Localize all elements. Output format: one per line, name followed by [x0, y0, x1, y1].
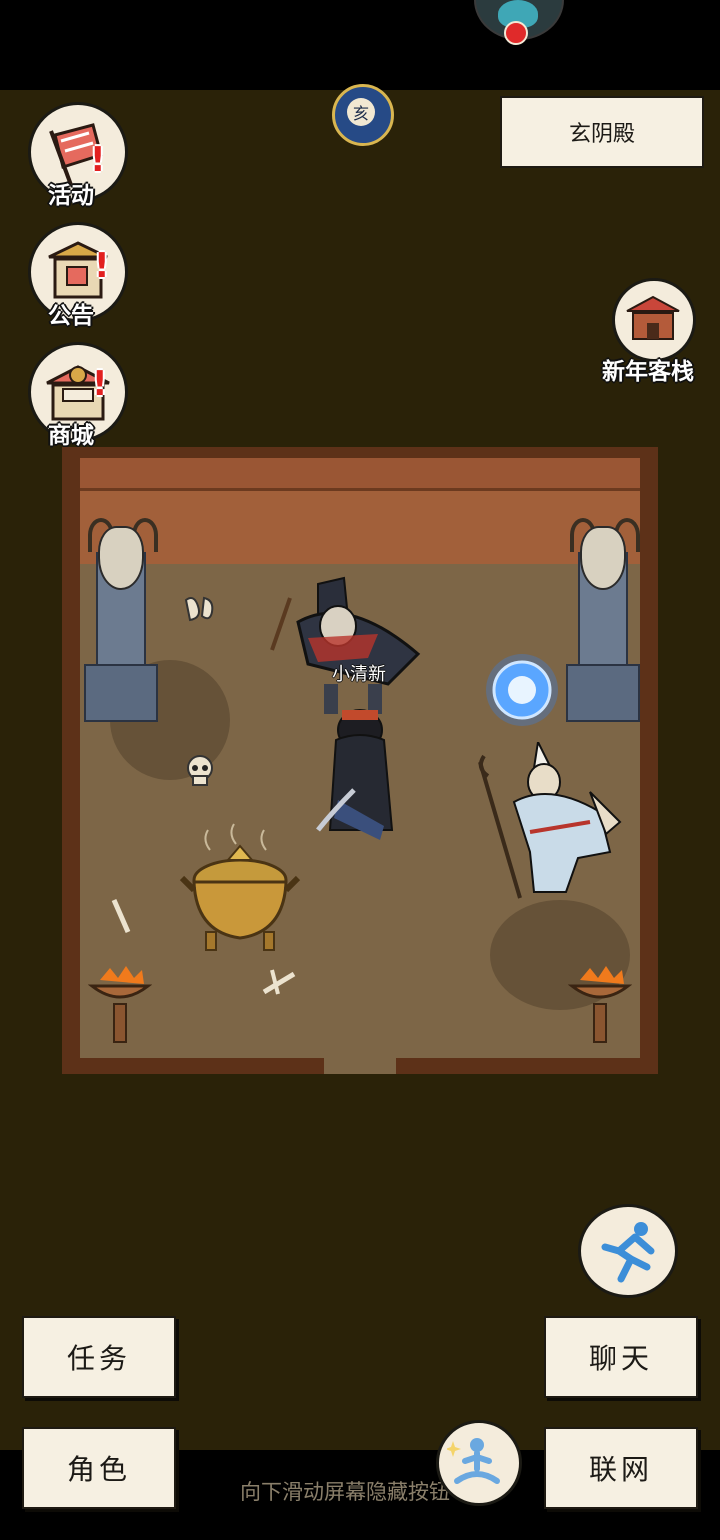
white-elder-npc[interactable]	[470, 742, 630, 902]
room-doorway[interactable]	[324, 1056, 396, 1074]
bone-pile-icon	[184, 596, 214, 622]
time-period-label: 亥	[347, 98, 375, 126]
bone-icon	[111, 898, 131, 934]
hide-buttons-hint: 向下滑动屏幕隐藏按钮	[240, 1480, 450, 1504]
location-title[interactable]: 玄阴殿	[500, 96, 704, 168]
quest-label: 任务	[66, 1342, 131, 1375]
activity-label: 活动	[48, 183, 94, 209]
player-character[interactable]	[314, 700, 404, 856]
brazier-left-icon	[88, 966, 152, 1043]
sprint-button[interactable]	[578, 1204, 678, 1298]
character-button[interactable]: 角色	[22, 1427, 176, 1509]
player-name-label: 小清新	[332, 664, 386, 685]
meditate-button[interactable]	[436, 1420, 522, 1506]
shop-label: 商城	[48, 423, 94, 449]
pillar-base	[566, 664, 640, 722]
activity-alert-icon: !	[90, 140, 106, 180]
time-period-badge[interactable]: 亥	[332, 84, 394, 146]
incense-burner-icon[interactable]	[178, 820, 304, 960]
portal-vortex-icon[interactable]	[482, 650, 562, 730]
skull-pillar-left	[84, 512, 158, 722]
shop-alert-icon: !	[92, 364, 108, 404]
network-button[interactable]: 联网	[544, 1427, 698, 1509]
chat-button[interactable]: 聊天	[544, 1316, 698, 1398]
inn-label: 新年客栈	[602, 359, 694, 385]
brazier-right-icon	[568, 966, 632, 1043]
pillar-base	[84, 664, 158, 722]
meditation-figure-icon	[447, 1438, 500, 1484]
network-label: 联网	[588, 1453, 653, 1486]
top-status-bar	[0, 0, 720, 90]
inn-button[interactable]	[612, 278, 696, 362]
character-label: 角色	[66, 1453, 131, 1486]
location-title-text: 玄阴殿	[568, 122, 635, 147]
skull-pillar-right	[566, 512, 640, 722]
quest-button[interactable]: 任务	[22, 1316, 176, 1398]
skull-icon	[187, 755, 213, 786]
room-wall-trim	[80, 458, 640, 491]
notice-label: 公告	[48, 303, 94, 329]
ox-skull-icon	[98, 526, 144, 590]
bone-icon	[262, 969, 296, 995]
running-figure-icon	[601, 1222, 655, 1283]
notification-dot	[504, 21, 528, 45]
inn-building-icon	[626, 295, 680, 340]
ox-skull-icon	[580, 526, 626, 590]
chat-label: 聊天	[588, 1342, 653, 1375]
notice-alert-icon: !	[94, 246, 110, 286]
